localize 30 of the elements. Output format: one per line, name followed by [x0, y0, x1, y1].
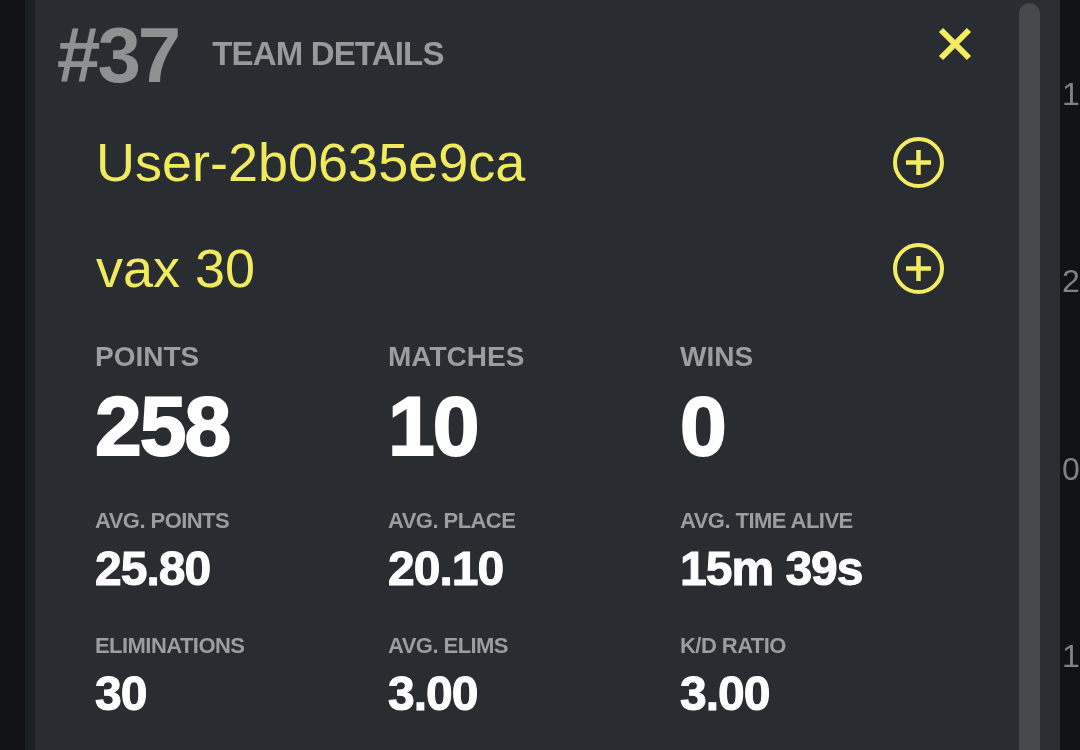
add-circle-icon[interactable]: [893, 242, 944, 294]
stat-label: AVG. TIME ALIVE: [680, 510, 853, 532]
player-name: vax 30: [96, 241, 256, 295]
stat-label: MATCHES: [388, 343, 525, 371]
scrollbar-thumb[interactable]: [1019, 3, 1040, 750]
stat-label: WINS: [680, 343, 754, 371]
stat-label: ELIMINATIONS: [95, 635, 245, 657]
stat-value: 25.80: [95, 545, 211, 593]
table-cell: 1: [1062, 640, 1080, 673]
player-name: User-2b0635e9ca: [96, 135, 526, 189]
dialog-title: TEAM DETAILS: [212, 37, 444, 70]
stat-label: K/D RATIO: [680, 635, 786, 657]
stat-value: 258: [95, 384, 230, 468]
stat-value: 15m 39s: [680, 545, 863, 593]
stat-label: AVG. POINTS: [95, 510, 230, 532]
table-cell: 0: [1062, 452, 1080, 485]
stat-label: AVG. ELIMS: [388, 635, 508, 657]
add-circle-icon[interactable]: [893, 136, 944, 188]
stat-value: 30: [95, 670, 147, 718]
close-icon[interactable]: [938, 27, 972, 61]
stat-value: 20.10: [388, 545, 504, 593]
stat-value: 0: [680, 384, 725, 468]
table-cell: 2: [1062, 265, 1080, 298]
stat-value: 3.00: [680, 670, 770, 718]
stat-value: 10: [388, 384, 478, 468]
stat-label: AVG. PLACE: [388, 510, 516, 532]
table-cell: 1: [1062, 77, 1080, 110]
stat-label: POINTS: [95, 343, 200, 371]
team-rank: #37: [57, 16, 179, 94]
stat-value: 3.00: [388, 670, 478, 718]
